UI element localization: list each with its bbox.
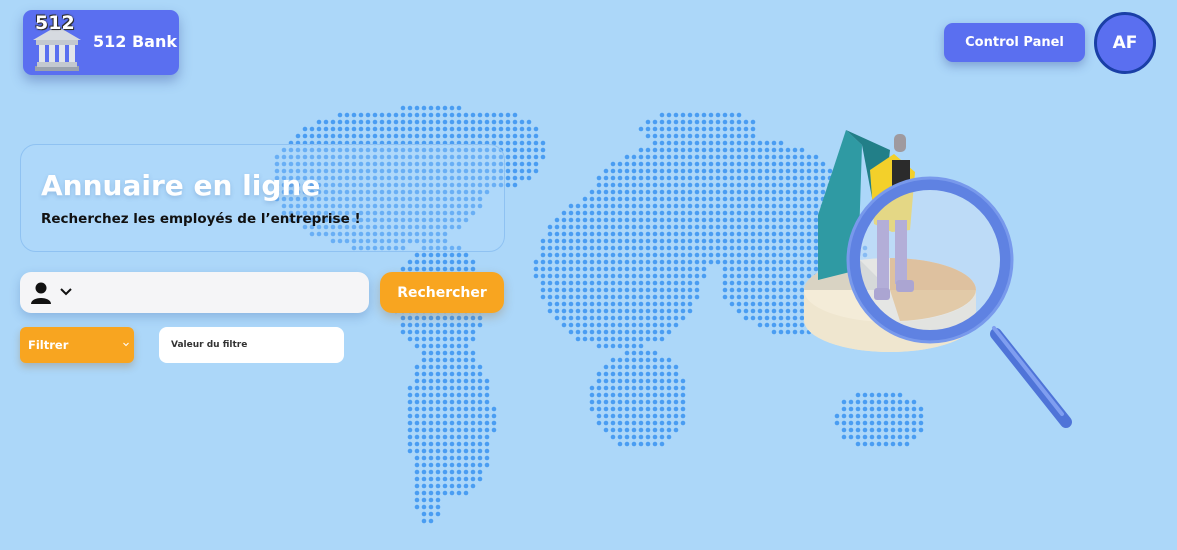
search-field: [20, 272, 369, 313]
hero-card: Annuaire en ligne Recherchez les employé…: [20, 144, 505, 252]
user-icon[interactable]: [30, 281, 52, 305]
search-input[interactable]: [82, 277, 366, 309]
page-subtitle: Recherchez les employés de l’entreprise …: [41, 211, 361, 227]
filter-value-input[interactable]: [159, 327, 344, 363]
chevron-down-icon: [123, 342, 129, 347]
page-title: Annuaire en ligne: [41, 169, 321, 202]
brand-logo[interactable]: 512 512 Bank: [23, 10, 179, 75]
search-illustration: [804, 130, 1072, 428]
chevron-down-icon[interactable]: [60, 287, 72, 297]
brand-name: 512 Bank: [93, 32, 177, 51]
filter-dropdown[interactable]: Filtrer: [20, 327, 134, 363]
user-avatar[interactable]: AF: [1094, 12, 1156, 74]
search-button[interactable]: Rechercher: [380, 272, 504, 313]
filter-label: Filtrer: [28, 338, 69, 352]
control-panel-button[interactable]: Control Panel: [944, 23, 1085, 62]
logo-number: 512: [35, 12, 75, 34]
